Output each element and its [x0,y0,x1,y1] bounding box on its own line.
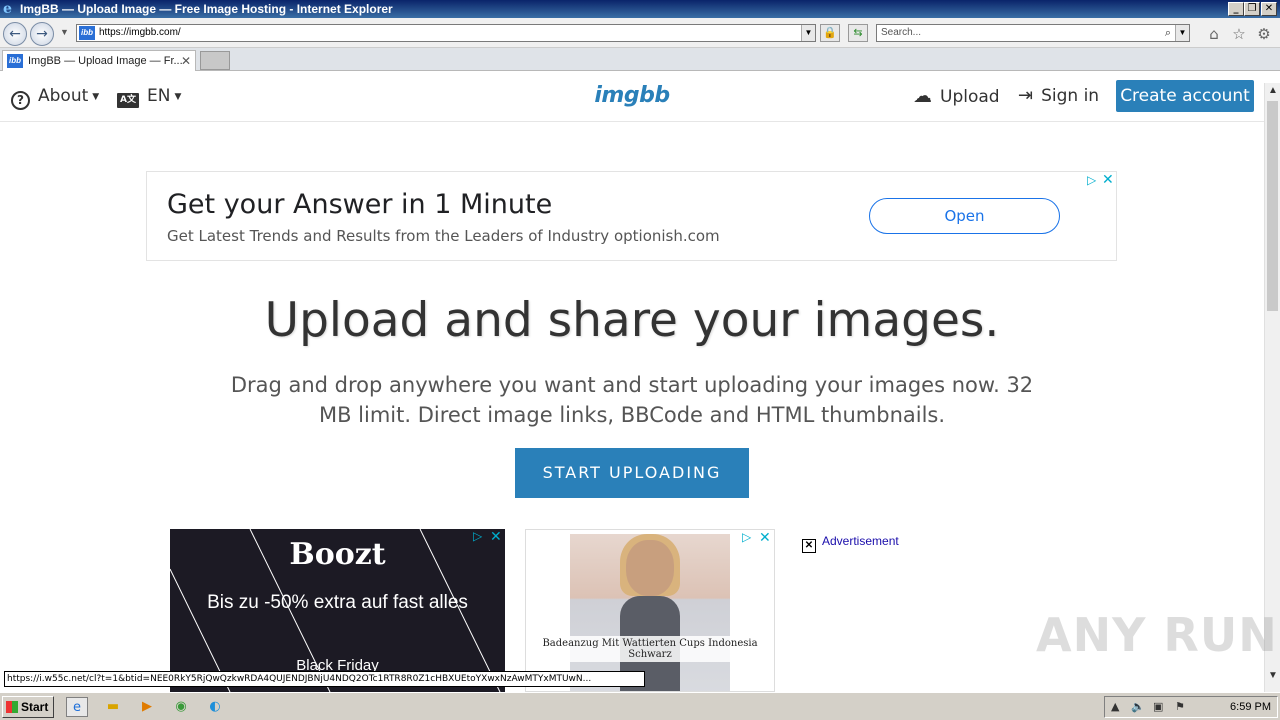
search-dropdown-icon[interactable]: ▼ [1175,25,1189,41]
advertisement-label[interactable]: Advertisement [822,534,899,548]
settings-gear-icon[interactable]: ⚙ [1255,25,1273,43]
taskbar-folder-icon[interactable]: ▬ [102,697,124,717]
volume-icon[interactable]: 🔈 [1131,697,1145,717]
ad-close-icon[interactable]: ✕ [490,529,502,545]
flag-icon[interactable]: ⚑ [1175,697,1185,717]
minimize-button[interactable]: _ [1228,2,1244,16]
windows-taskbar: Start e ▬ ▶ ◉ ◐ ▲ 🔈 ▣ ⚑ 6:59 PM [0,692,1280,720]
adchoices-icon[interactable]: ▷ [473,529,482,543]
hero-title: Upload and share your images. [264,293,1000,348]
system-tray: ▲ 🔈 ▣ ⚑ 6:59 PM [1104,696,1278,718]
upload-link[interactable]: ☁ Upload [913,71,1000,122]
ad-subtitle[interactable]: Get Latest Trends and Results from the L… [167,227,720,245]
product-photo[interactable] [570,534,730,691]
back-button[interactable]: ← [3,22,27,46]
internet-explorer-icon: e [3,1,12,17]
scroll-up-icon[interactable]: ▲ [1265,83,1280,99]
tab-strip: ibb ImgBB — Upload Image — Fr... ✕ [0,48,1280,71]
tab-label: ImgBB — Upload Image — Fr... [28,55,183,67]
history-dropdown-icon[interactable]: ▼ [60,27,69,37]
address-url: https://imgbb.com/ [99,27,181,38]
ad-title[interactable]: Get your Answer in 1 Minute [167,189,552,220]
question-icon: ? [11,91,30,110]
taskbar-chrome-icon[interactable]: ◉ [170,697,192,717]
taskbar-media-icon[interactable]: ▶ [136,697,158,717]
browser-toolbar: ← → ▼ ibb https://imgbb.com/ ▼ 🔒 ⇆ Searc… [0,18,1280,48]
adchoices-icon[interactable]: ▷ [742,530,751,544]
close-window-button[interactable]: ✕ [1261,2,1277,16]
site-favicon-icon: ibb [79,26,95,40]
taskbar-clock[interactable]: 6:59 PM [1230,697,1271,717]
caret-down-icon: ▼ [174,92,182,102]
tab-imgbb[interactable]: ibb ImgBB — Upload Image — Fr... ✕ [2,50,196,71]
broken-image-icon: ✕ [802,539,816,553]
create-account-button[interactable]: Create account [1116,80,1254,112]
lock-icon[interactable]: 🔒 [820,24,840,42]
address-dropdown-icon[interactable]: ▼ [801,25,815,41]
tab-favicon-icon: ibb [7,54,23,68]
hero-description: Drag and drop anywhere you want and star… [230,373,1034,427]
cloud-upload-icon: ☁ [913,85,932,107]
search-placeholder: Search... [881,27,922,38]
start-button[interactable]: Start [2,696,54,718]
language-icon: A文 [117,93,139,108]
ad-open-button[interactable]: Open [869,198,1060,234]
home-icon[interactable]: ⌂ [1205,25,1223,43]
page-scrollbar[interactable]: ▲ ▼ [1264,83,1280,692]
taskbar-ie-icon[interactable]: e [66,697,88,717]
adchoices-icon[interactable]: ▷ [1087,173,1096,187]
caret-down-icon: ▼ [92,92,100,102]
favorites-star-icon[interactable]: ☆ [1230,25,1248,43]
ad-close-icon[interactable]: ✕ [1102,172,1114,188]
ad-close-icon[interactable]: ✕ [759,530,771,546]
window-title: ImgBB — Upload Image — Free Image Hostin… [20,2,393,16]
signin-label: Sign in [1041,86,1100,106]
tab-close-icon[interactable]: ✕ [181,51,191,71]
about-menu[interactable]: ? About ▼ [11,71,99,122]
site-logo[interactable]: imgbb [560,71,704,121]
language-menu[interactable]: A文 EN ▼ [117,71,181,122]
address-bar[interactable]: ibb https://imgbb.com/ ▼ [76,24,816,42]
anyrun-watermark: ANY RUN [1036,608,1278,662]
search-box[interactable]: Search... ⌕ ▼ [876,24,1190,42]
upload-label: Upload [940,87,1000,107]
boozt-promo: Bis zu -50% extra auf fast alles [207,592,468,613]
taskbar-edge-icon[interactable]: ◐ [204,697,226,717]
start-label: Start [21,700,49,714]
window-titlebar: e ImgBB — Upload Image — Free Image Host… [0,0,1280,18]
search-icon[interactable]: ⌕ [1165,25,1171,41]
model-head [626,540,674,596]
restore-button[interactable]: ❐ [1244,2,1260,16]
boozt-ad[interactable]: Boozt Bis zu -50% extra auf fast alles B… [170,529,505,692]
top-ad-banner[interactable]: Get your Answer in 1 Minute Get Latest T… [146,171,1117,261]
swimsuit-ad[interactable]: Badeanzug Mit Wattierten Cups Indonesia … [525,529,775,692]
status-url-tooltip: https://i.w55c.net/cl?t=1&btid=NEE0RkY5R… [4,671,645,687]
tray-expand-icon[interactable]: ▲ [1111,697,1119,717]
new-tab-button[interactable] [200,51,230,70]
language-label: EN [147,86,171,106]
product-caption[interactable]: Badeanzug Mit Wattierten Cups Indonesia … [526,636,774,662]
advertisement-placeholder[interactable]: ✕ Advertisement [802,534,899,553]
network-icon[interactable]: ▣ [1153,697,1163,717]
windows-logo-icon [6,701,18,713]
about-label: About [38,86,89,106]
scroll-down-icon[interactable]: ▼ [1265,668,1280,684]
refresh-icon[interactable]: ⇆ [848,24,868,42]
signin-link[interactable]: ⇥ Sign in [1018,71,1099,122]
boozt-brand: Boozt [289,537,386,572]
start-uploading-button[interactable]: START UPLOADING [515,448,749,498]
scroll-thumb[interactable] [1267,101,1278,311]
forward-button[interactable]: → [30,22,54,46]
site-header: ? About ▼ A文 EN ▼ imgbb ☁ Upload ⇥ Sign in Cre… [0,71,1264,122]
signin-arrow-icon: ⇥ [1018,85,1034,106]
